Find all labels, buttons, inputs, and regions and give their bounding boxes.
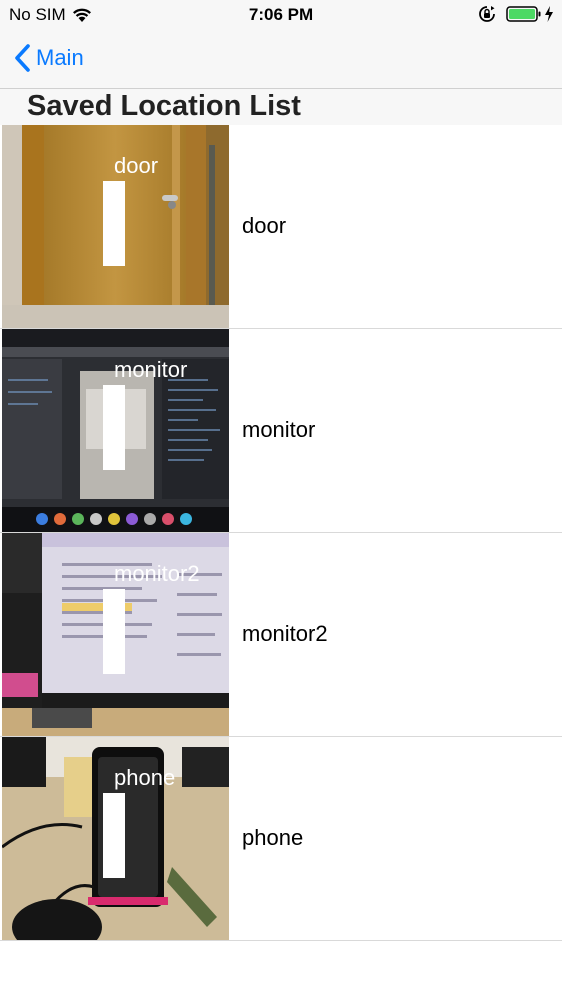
marker-label: door — [114, 153, 159, 178]
battery-icon — [506, 5, 542, 23]
location-name: monitor2 — [242, 621, 328, 646]
marker-bar — [103, 385, 125, 470]
chevron-left-icon — [14, 44, 30, 72]
location-name: door — [242, 213, 287, 238]
orientation-lock-icon — [478, 5, 496, 23]
location-name: monitor — [242, 417, 316, 442]
marker-bar — [103, 793, 125, 878]
page-title: Saved Location List — [27, 90, 301, 122]
list-item[interactable]: monitor monitor — [0, 329, 562, 533]
saved-location-list: door door monitor monitor monitor2 monit… — [0, 125, 562, 941]
list-item[interactable]: phone phone — [0, 737, 562, 941]
back-button[interactable]: Main — [14, 40, 84, 76]
marker-label: monitor — [114, 357, 188, 382]
marker-label: monitor2 — [114, 561, 200, 586]
section-header: Saved Location List — [0, 89, 562, 125]
navigation-bar: Main — [0, 30, 562, 89]
back-button-label: Main — [36, 45, 84, 70]
list-item[interactable]: door door — [0, 125, 562, 329]
marker-bar — [103, 181, 125, 266]
charging-bolt-icon — [544, 6, 554, 22]
app-screen: No SIM 7:06 PM Main Saved Location List … — [0, 0, 562, 1000]
location-name: phone — [242, 825, 304, 850]
status-bar: No SIM 7:06 PM — [0, 0, 562, 30]
status-right — [478, 5, 554, 23]
marker-bar — [103, 589, 125, 674]
list-item[interactable]: monitor2 monitor2 — [0, 533, 562, 737]
marker-label: phone — [114, 765, 176, 790]
